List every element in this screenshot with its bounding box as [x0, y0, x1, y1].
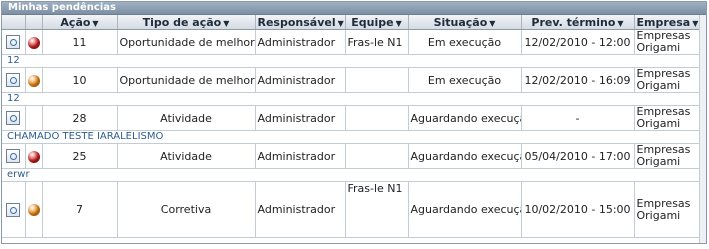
- col-header-equipe[interactable]: Equipe ▼: [345, 15, 409, 30]
- scroll-gutter[interactable]: [699, 15, 706, 243]
- cell-responsavel: Administrador: [255, 143, 346, 169]
- description-row: erwr: [2, 168, 700, 182]
- panel-title: Minhas pendências: [2, 2, 706, 15]
- cell-equipe: Fras-le N1: [345, 29, 409, 55]
- cell-situacao: Aguardando execução: [408, 143, 522, 169]
- cell-empresa: Empresas Origami: [634, 105, 701, 131]
- edit-icon[interactable]: [6, 149, 21, 163]
- table-row[interactable]: 10 Oportunidade de melhoria Administrado…: [2, 67, 701, 93]
- cell-empresa: Empresas Origami: [634, 143, 701, 169]
- col-header-empresa[interactable]: Empresa ▼: [634, 15, 701, 30]
- edit-cell: [2, 29, 26, 55]
- header-row: Ação ▼ Tipo de ação ▼ Responsável ▼ Equipe ▼…: [2, 15, 701, 30]
- cell-tipo: Atividade: [117, 143, 256, 169]
- edit-cell: [2, 67, 26, 93]
- sort-arrow-icon: ▼: [337, 18, 344, 28]
- cell-tipo: Oportunidade de melhoria: [117, 67, 256, 93]
- status-cell: [25, 105, 43, 131]
- col-header-acao[interactable]: Ação ▼: [42, 15, 118, 30]
- status-dot-icon: [27, 74, 40, 87]
- col-header-prev-termino[interactable]: Prev. término ▼: [521, 15, 635, 30]
- status-dot-icon: [27, 150, 40, 163]
- cell-situacao: Aguardando execução: [408, 105, 522, 131]
- cell-acao: 7: [42, 181, 118, 238]
- cell-responsavel: Administrador: [255, 181, 346, 238]
- cell-acao: 28: [42, 105, 118, 131]
- sort-arrow-icon: ▼: [489, 18, 496, 28]
- cell-prev-termino: -: [521, 105, 635, 131]
- cell-equipe: [345, 105, 409, 131]
- cell-tipo: Corretiva: [117, 181, 256, 238]
- row-description: erwr: [2, 168, 700, 182]
- sort-arrow-icon: ▼: [223, 18, 230, 28]
- col-edit: [2, 15, 26, 30]
- row-description: 12: [2, 54, 700, 68]
- cell-prev-termino: 10/02/2010 - 15:00: [521, 181, 635, 238]
- cell-equipe: [345, 67, 409, 93]
- status-cell: [25, 143, 43, 169]
- col-header-responsavel[interactable]: Responsável ▼: [255, 15, 346, 30]
- cell-tipo: Oportunidade de melhoria: [117, 29, 256, 55]
- cell-acao: 11: [42, 29, 118, 55]
- edit-icon[interactable]: [6, 111, 21, 125]
- cell-equipe: Fras-le N1: [345, 181, 409, 238]
- row-description: 12: [2, 92, 700, 106]
- cell-situacao: Aguardando execução: [408, 181, 522, 238]
- sort-arrow-icon: ▼: [92, 18, 99, 28]
- col-status: [25, 15, 43, 30]
- cell-tipo: Atividade: [117, 105, 256, 131]
- col-header-tipo[interactable]: Tipo de ação ▼: [117, 15, 256, 30]
- cell-prev-termino: 12/02/2010 - 16:09: [521, 67, 635, 93]
- sort-arrow-icon: ▼: [617, 18, 624, 28]
- cell-acao: 25: [42, 143, 118, 169]
- sort-arrow-icon: ▼: [692, 18, 699, 28]
- cell-prev-termino: 12/02/2010 - 12:00: [521, 29, 635, 55]
- table-row[interactable]: 25 Atividade Administrador Aguardando ex…: [2, 143, 701, 169]
- edit-cell: [2, 181, 26, 238]
- col-header-situacao[interactable]: Situação ▼: [408, 15, 522, 30]
- description-row: CHAMADO TESTE IARALELISMO: [2, 130, 700, 144]
- cell-situacao: Em execução: [408, 67, 522, 93]
- cell-responsavel: Administrador: [255, 29, 346, 55]
- cell-situacao: Em execução: [408, 29, 522, 55]
- cell-empresa: Empresas Origami: [634, 67, 701, 93]
- edit-cell: [2, 143, 26, 169]
- table-row[interactable]: 28 Atividade Administrador Aguardando ex…: [2, 105, 701, 131]
- cell-empresa: Empresas Origami: [634, 29, 701, 55]
- sort-arrow-icon: ▼: [395, 18, 402, 28]
- edit-icon[interactable]: [6, 202, 21, 217]
- cell-prev-termino: 05/04/2010 - 17:00: [521, 143, 635, 169]
- status-cell: [25, 181, 43, 238]
- cell-empresa: Empresas Origami: [634, 181, 701, 238]
- pending-table: Ação ▼ Tipo de ação ▼ Responsável ▼ Equipe ▼…: [2, 15, 701, 238]
- cell-responsavel: Administrador: [255, 67, 346, 93]
- description-row: 12: [2, 92, 700, 106]
- cell-equipe: [345, 143, 409, 169]
- status-cell: [25, 29, 43, 55]
- table-row[interactable]: 11 Oportunidade de melhoria Administrado…: [2, 29, 701, 55]
- edit-icon[interactable]: [6, 35, 21, 49]
- table-row[interactable]: 7 Corretiva Administrador Fras-le N1 Agu…: [2, 181, 701, 238]
- edit-cell: [2, 105, 26, 131]
- status-cell: [25, 67, 43, 93]
- status-dot-icon: [27, 204, 40, 216]
- status-dot-icon: [27, 36, 40, 49]
- cell-acao: 10: [42, 67, 118, 93]
- row-description: CHAMADO TESTE IARALELISMO: [2, 130, 700, 144]
- description-row: 12: [2, 54, 700, 68]
- cell-responsavel: Administrador: [255, 105, 346, 131]
- edit-icon[interactable]: [6, 73, 21, 87]
- pending-panel: Minhas pendências Ação ▼ Tipo de ação ▼ Re…: [1, 1, 707, 244]
